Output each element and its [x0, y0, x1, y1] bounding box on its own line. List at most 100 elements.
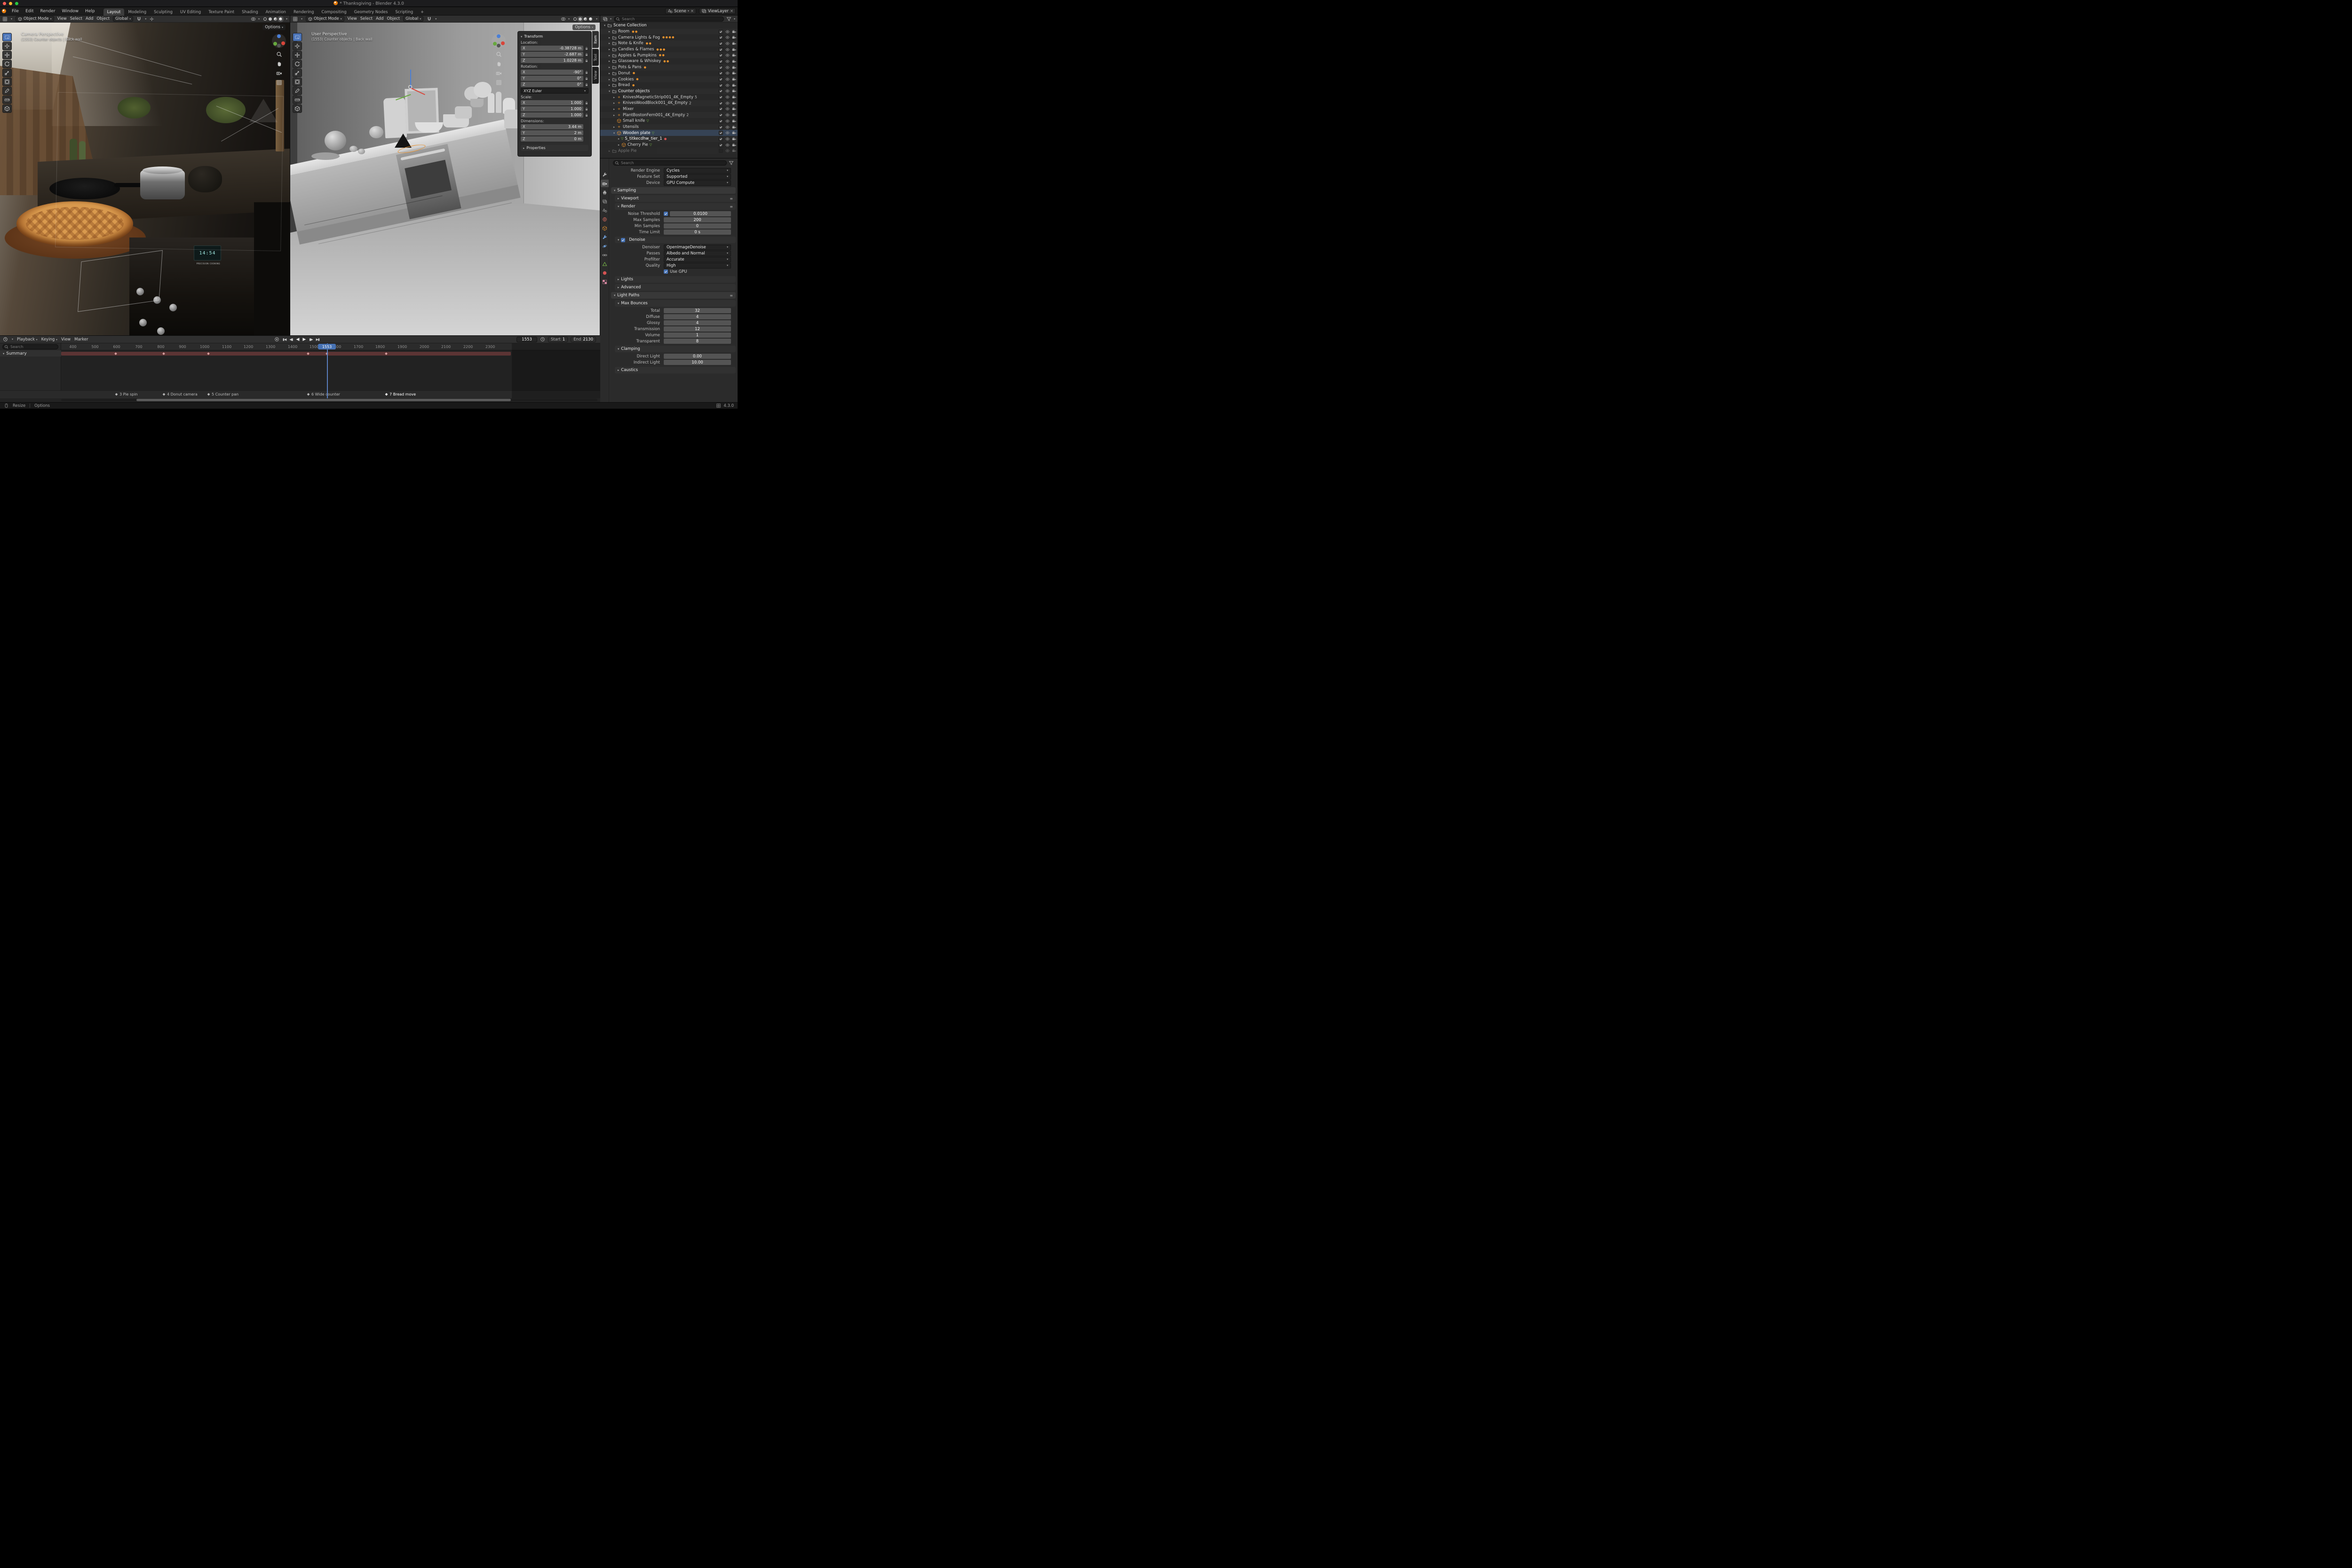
location-y-field[interactable]: Y -2.687 m — [521, 52, 583, 57]
menu-render[interactable]: Render — [38, 8, 58, 15]
clamp-indirect-field[interactable]: 10.00 — [664, 360, 731, 365]
options-popover-button[interactable]: Options ▾ — [572, 24, 596, 30]
outliner-item-label[interactable]: PlantBostonFern001_4K_Empty — [623, 113, 685, 118]
workspace-tab-shading[interactable]: Shading — [238, 8, 262, 16]
dimension-x-field[interactable]: X 3.44 m — [521, 124, 583, 129]
navigation-gizmo[interactable] — [492, 34, 506, 48]
presets-menu-icon[interactable]: ≡ — [730, 205, 733, 209]
play-reverse-button[interactable]: ◀ — [296, 337, 300, 342]
axis-negz-handle[interactable] — [497, 44, 501, 48]
transform-panel-header[interactable]: ▾ Transform — [521, 33, 588, 40]
outliner-row[interactable]: ▸ ▽ S_titkecdhw_tier_1 — [600, 136, 738, 142]
axis-y-handle[interactable] — [273, 42, 277, 46]
mode-dropdown[interactable]: Object Mode ▾ — [306, 16, 344, 22]
render-visibility-icon[interactable] — [732, 113, 736, 117]
dimension-y-field[interactable]: Y2 m — [521, 130, 583, 135]
render-visibility-icon[interactable] — [732, 107, 736, 111]
tool-annotate[interactable] — [293, 87, 302, 95]
selectable-checkbox-icon[interactable] — [719, 113, 723, 118]
outliner-row[interactable]: ▸ Donut ● — [600, 71, 738, 77]
selectable-checkbox-icon[interactable] — [719, 101, 723, 105]
panel-sampling-render[interactable]: ▾ Render ≡ — [615, 203, 736, 210]
hide-eye-icon[interactable] — [725, 41, 730, 46]
lock-icon[interactable] — [585, 71, 588, 74]
expander-icon[interactable]: ▸ — [612, 125, 616, 129]
next-keyframe-button[interactable]: ▮▶ — [309, 338, 313, 341]
workspace-tab-modeling[interactable]: Modeling — [124, 8, 150, 16]
snap-magnet-icon[interactable] — [136, 16, 142, 22]
snap-magnet-icon[interactable] — [427, 16, 432, 22]
render-visibility-icon[interactable] — [732, 83, 736, 87]
marker[interactable]: 6 Wide counter — [307, 392, 340, 396]
n-panel-tab-view[interactable]: View — [592, 67, 599, 84]
passes-dropdown[interactable]: Albedo and Normal ▾ — [664, 250, 731, 256]
workspace-tab-sculpting[interactable]: Sculpting — [150, 8, 176, 16]
tool-transform[interactable] — [2, 78, 12, 86]
outliner-row[interactable]: ▸ + PlantBostonFern001_4K_Empty 2 — [600, 112, 738, 118]
shading-material-button[interactable] — [273, 17, 277, 21]
tool-select-box[interactable] — [2, 33, 12, 41]
expander-icon[interactable]: ▸ — [607, 36, 612, 40]
panel-lights[interactable]: ▸ Lights — [615, 276, 736, 283]
render-visibility-icon[interactable] — [732, 77, 736, 81]
editor-type-icon[interactable] — [2, 16, 8, 22]
presets-menu-icon[interactable]: ≡ — [730, 197, 733, 201]
lock-icon[interactable] — [585, 77, 588, 80]
outliner-item-label[interactable]: Small knife — [623, 119, 645, 123]
render-visibility-icon[interactable] — [732, 41, 736, 46]
outliner-item-label[interactable]: Donut — [618, 71, 630, 76]
lock-icon[interactable] — [585, 47, 588, 50]
render-visibility-icon[interactable] — [732, 30, 736, 34]
workspace-tab-scripting[interactable]: Scripting — [391, 8, 417, 16]
outliner-item-label[interactable]: Mixer — [623, 107, 634, 111]
blender-menu-icon[interactable] — [2, 9, 6, 13]
expander-icon[interactable]: ▸ — [607, 54, 612, 57]
outliner-row[interactable]: ▸ + Utensils — [600, 124, 738, 130]
menu-help[interactable]: Help — [82, 8, 98, 15]
outliner-item-label[interactable]: Cookies — [618, 77, 634, 82]
outliner-row[interactable]: ▸ Camera Lights & Fog ●●●● — [600, 34, 738, 40]
workspace-tab-geometry-nodes[interactable]: Geometry Nodes — [350, 8, 392, 16]
hide-eye-icon[interactable] — [725, 77, 730, 81]
tab-object-properties[interactable] — [601, 224, 609, 232]
prefilter-dropdown[interactable]: Accurate ▾ — [664, 256, 731, 262]
render-visibility-icon[interactable] — [732, 149, 736, 153]
navigation-gizmo[interactable] — [272, 34, 286, 48]
tab-texture-properties[interactable] — [601, 278, 609, 285]
hide-eye-icon[interactable] — [725, 143, 730, 147]
jump-to-start-button[interactable]: ▮◀ — [283, 338, 286, 341]
timeline-search-input[interactable] — [2, 344, 58, 349]
lock-icon[interactable] — [585, 59, 588, 63]
unlink-scene-button[interactable]: × — [691, 9, 694, 14]
tool-move[interactable] — [2, 51, 12, 59]
panel-max-bounces[interactable]: ▾ Max Bounces — [615, 300, 736, 307]
outliner-row[interactable]: ▸ Candles & Flames ●●● — [600, 47, 738, 53]
axis-y-handle[interactable] — [493, 42, 497, 46]
render-visibility-icon[interactable] — [732, 119, 736, 123]
workspace-tab-layout[interactable]: Layout — [103, 8, 125, 16]
selectable-checkbox-icon[interactable] — [719, 131, 723, 135]
render-visibility-icon[interactable] — [732, 101, 736, 105]
marker-menu[interactable]: Marker — [74, 337, 88, 342]
ortho-grid-icon[interactable] — [496, 79, 502, 86]
selectable-checkbox-icon[interactable] — [719, 95, 723, 100]
outliner-item-label[interactable]: Apple Pie — [618, 149, 636, 153]
selectable-checkbox-icon[interactable] — [719, 71, 723, 76]
shading-rendered-button[interactable] — [588, 17, 592, 21]
outliner-row[interactable]: ▸ + KnivesMagneticStrip001_4K_Empty 5 — [600, 94, 738, 100]
shading-solid-button[interactable] — [577, 16, 583, 22]
camera-view-icon[interactable] — [276, 70, 282, 76]
add-workspace-button[interactable]: + — [417, 8, 428, 16]
location-x-field[interactable]: X -0.38728 m — [521, 46, 583, 51]
selectable-checkbox-icon[interactable] — [719, 89, 723, 94]
volume-bounces-field[interactable]: 1 — [664, 333, 731, 338]
axis-z-handle[interactable] — [277, 34, 281, 38]
render-visibility-icon[interactable] — [732, 125, 736, 129]
tool-rotate[interactable] — [293, 60, 302, 68]
expander-icon[interactable]: ▾ — [612, 131, 616, 135]
selectable-checkbox-icon[interactable] — [719, 83, 723, 87]
shading-material-button[interactable] — [583, 17, 587, 21]
min-samples-field[interactable]: 0 — [664, 223, 731, 229]
outliner-row[interactable]: ▸ Apples & Pumpkins ●● — [600, 52, 738, 59]
outliner-row[interactable]: ▸ Glassware & Whiskey ●● — [600, 58, 738, 64]
